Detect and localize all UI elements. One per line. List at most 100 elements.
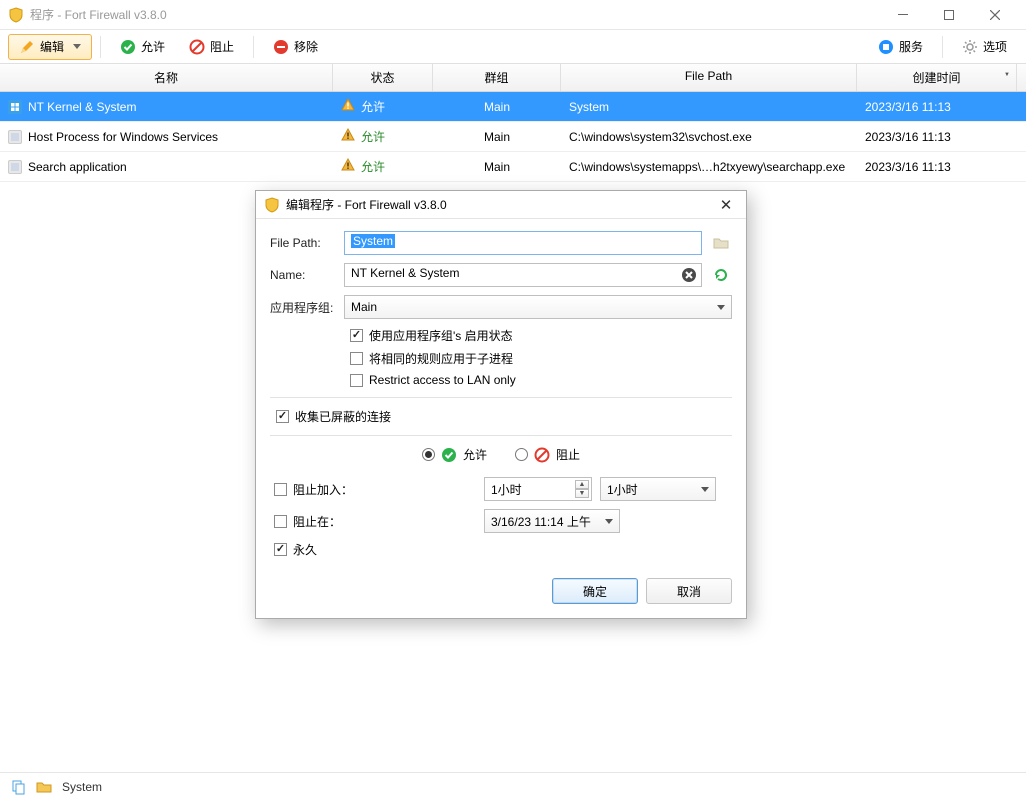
warning-icon: [341, 158, 355, 175]
browse-folder-button[interactable]: [710, 232, 732, 254]
window-controls: [880, 0, 1018, 30]
dialog-close-button[interactable]: ✕: [714, 196, 738, 214]
warning-icon: [341, 98, 355, 115]
row-name: Host Process for Windows Services: [28, 130, 218, 144]
row-path: System: [569, 100, 609, 114]
row-created: 2023/3/16 11:13: [865, 100, 951, 114]
lan-only-label: Restrict access to LAN only: [369, 373, 516, 387]
service-icon: [878, 39, 894, 55]
app-table: 名称 状态 群组 File Path 创建时间 NT Kernel & Syst…: [0, 64, 1026, 182]
divider: [270, 397, 732, 398]
edit-button[interactable]: 编辑: [8, 34, 92, 60]
check-circle-icon: [441, 447, 457, 463]
titlebar: 程序 - Fort Firewall v3.8.0: [0, 0, 1026, 30]
row-created: 2023/3/16 11:13: [865, 130, 951, 144]
collect-blocked-label: 收集已屏蔽的连接: [295, 408, 391, 425]
table-row[interactable]: Search application允许MainC:\windows\syste…: [0, 152, 1026, 182]
cancel-button[interactable]: 取消: [646, 578, 732, 604]
options-label: 选项: [983, 38, 1007, 55]
block-duration-preset[interactable]: 1小时: [600, 477, 716, 501]
row-path: C:\windows\systemapps\…h2txyewy\searchap…: [569, 160, 845, 174]
service-button[interactable]: 服务: [867, 34, 934, 60]
lan-only-checkbox[interactable]: [350, 374, 363, 387]
app-generic-icon: [8, 130, 22, 144]
window-title: 程序 - Fort Firewall v3.8.0: [30, 6, 880, 23]
row-path: C:\windows\system32\svchost.exe: [569, 130, 752, 144]
maximize-button[interactable]: [926, 0, 972, 30]
use-group-state-label: 使用应用程序组's 启用状态: [369, 327, 513, 344]
block-label: 阻止: [210, 38, 234, 55]
block-at-datetime[interactable]: 3/16/23 11:14 上午: [484, 509, 620, 533]
allow-button[interactable]: 允许: [109, 34, 176, 60]
edit-program-dialog: 编辑程序 - Fort Firewall v3.8.0 ✕ File Path:…: [255, 190, 747, 619]
statusbar: System: [0, 772, 1026, 800]
row-state: 允许: [361, 98, 385, 115]
row-group: Main: [484, 100, 510, 114]
block-radio[interactable]: [515, 448, 528, 461]
forever-label: 永久: [293, 541, 317, 558]
remove-label: 移除: [294, 38, 318, 55]
check-circle-icon: [120, 39, 136, 55]
ban-icon: [189, 39, 205, 55]
appgroup-select[interactable]: Main: [344, 295, 732, 319]
row-state: 允许: [361, 128, 385, 145]
copy-icon[interactable]: [10, 779, 26, 795]
app-icon: [8, 7, 24, 23]
allow-radio-label: 允许: [463, 446, 487, 463]
allow-block-radio-group: 允许 阻止: [270, 446, 732, 463]
table-row[interactable]: NT Kernel & System允许MainSystem2023/3/16 …: [0, 92, 1026, 122]
block-add-in-checkbox[interactable]: [274, 483, 287, 496]
app-icon: [264, 197, 280, 213]
row-created: 2023/3/16 11:13: [865, 160, 951, 174]
status-path: System: [62, 780, 102, 794]
block-add-in-label: 阻止加入：: [293, 481, 353, 498]
gear-icon: [962, 39, 978, 55]
name-input[interactable]: NT Kernel & System: [344, 263, 702, 287]
close-button[interactable]: [972, 0, 1018, 30]
dialog-title: 编辑程序 - Fort Firewall v3.8.0: [286, 196, 708, 213]
column-group[interactable]: 群组: [433, 64, 561, 91]
block-button[interactable]: 阻止: [178, 34, 245, 60]
row-group: Main: [484, 160, 510, 174]
allow-label: 允许: [141, 38, 165, 55]
filepath-label: File Path:: [270, 236, 336, 250]
divider: [270, 435, 732, 436]
apply-children-checkbox[interactable]: [350, 352, 363, 365]
column-state[interactable]: 状态: [333, 64, 433, 91]
name-label: Name:: [270, 268, 336, 282]
column-path[interactable]: File Path: [561, 64, 857, 91]
edit-label: 编辑: [40, 38, 64, 55]
options-button[interactable]: 选项: [951, 34, 1018, 60]
filepath-input[interactable]: System: [344, 231, 702, 255]
table-header: 名称 状态 群组 File Path 创建时间: [0, 64, 1026, 92]
forever-checkbox[interactable]: [274, 543, 287, 556]
dialog-titlebar[interactable]: 编辑程序 - Fort Firewall v3.8.0 ✕: [256, 191, 746, 219]
refresh-name-button[interactable]: [710, 264, 732, 286]
block-at-label: 阻止在：: [293, 513, 341, 530]
minus-circle-icon: [273, 39, 289, 55]
separator: [100, 36, 101, 58]
column-created[interactable]: 创建时间: [857, 64, 1017, 91]
block-duration-spinner[interactable]: 1小时▲▼: [484, 477, 592, 501]
collect-blocked-checkbox[interactable]: [276, 410, 289, 423]
separator: [253, 36, 254, 58]
use-group-state-checkbox[interactable]: [350, 329, 363, 342]
warning-icon: [341, 128, 355, 145]
windows-icon: [8, 100, 22, 114]
toolbar: 编辑 允许 阻止 移除 服务 选项: [0, 30, 1026, 64]
table-row[interactable]: Host Process for Windows Services 允许 Main C…: [0, 122, 1026, 152]
block-at-checkbox[interactable]: [274, 515, 287, 528]
pencil-icon: [19, 39, 35, 55]
row-name: Search application: [28, 160, 127, 174]
service-label: 服务: [899, 38, 923, 55]
column-name[interactable]: 名称: [0, 64, 333, 91]
minimize-button[interactable]: [880, 0, 926, 30]
ok-button[interactable]: 确定: [552, 578, 638, 604]
allow-radio[interactable]: [422, 448, 435, 461]
appgroup-label: 应用程序组:: [270, 299, 336, 316]
chevron-down-icon: [73, 44, 81, 49]
row-group: Main: [484, 130, 510, 144]
clear-icon[interactable]: [681, 267, 697, 286]
open-folder-icon[interactable]: [36, 779, 52, 795]
remove-button[interactable]: 移除: [262, 34, 329, 60]
